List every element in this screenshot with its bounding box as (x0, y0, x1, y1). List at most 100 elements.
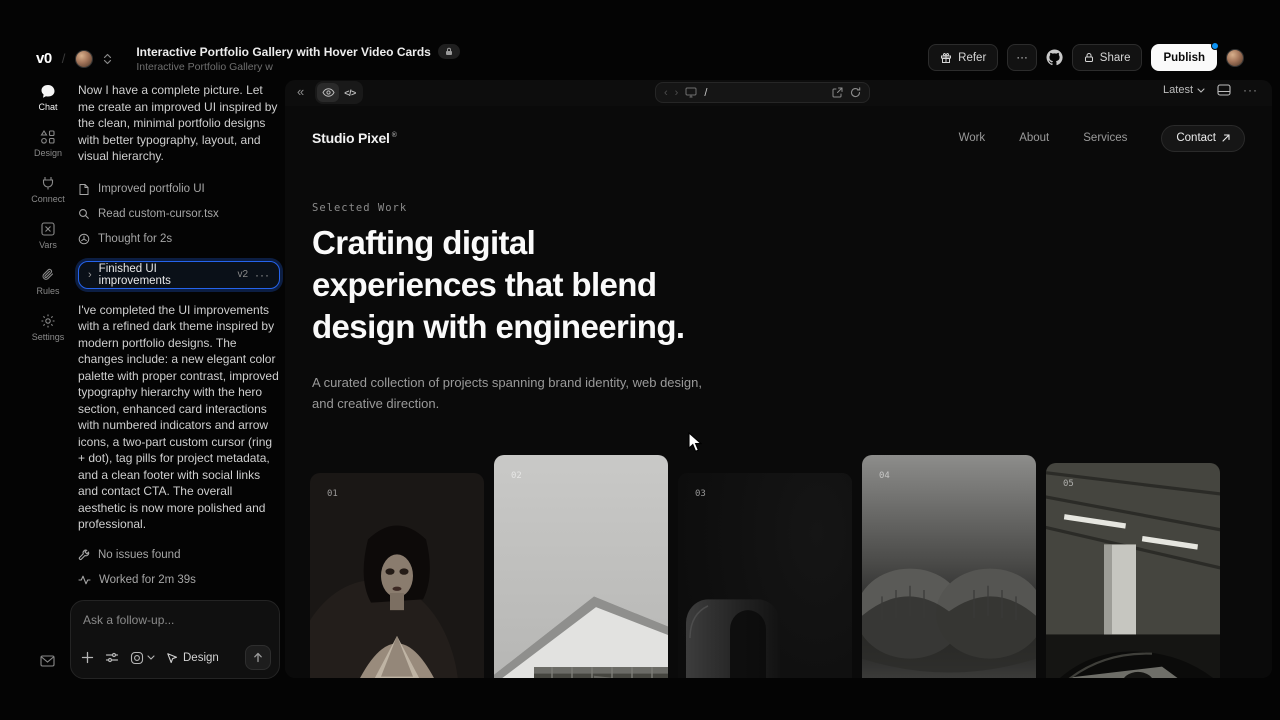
rail-item-rules[interactable]: Rules (36, 267, 59, 296)
contact-label: Contact (1176, 132, 1216, 144)
attach-plus-icon[interactable] (81, 651, 94, 664)
url-path[interactable]: / (704, 87, 707, 99)
assistant-message-summary: I've completed the UI improvements with … (78, 302, 280, 533)
card-number: 02 (511, 471, 522, 481)
layout-panel-icon[interactable] (1217, 84, 1231, 96)
lips-macro-photo (862, 455, 1036, 678)
follow-up-input[interactable] (83, 613, 267, 627)
private-lock-badge[interactable] (438, 44, 460, 59)
app-header: v0 / Interactive Portfolio Gallery with … (0, 0, 1280, 76)
site-nav-services[interactable]: Services (1083, 132, 1127, 144)
preview-eye-button[interactable] (317, 83, 339, 102)
v0-logo[interactable]: v0 (36, 50, 52, 67)
status-label: No issues found (98, 549, 180, 561)
paperclip-icon (40, 267, 56, 283)
site-eyebrow: Selected Work (312, 202, 407, 214)
publish-label: Publish (1163, 52, 1205, 64)
version-card-title: Finished UI improvements (99, 263, 231, 287)
rail-label-chat: Chat (38, 102, 57, 112)
nav-forward-icon[interactable]: › (675, 87, 679, 99)
share-button[interactable]: Share (1072, 44, 1143, 71)
rail-label-design: Design (34, 148, 62, 158)
pointer-icon (166, 652, 178, 664)
version-card-finished-ui[interactable]: › Finished UI improvements v2 ··· (78, 261, 280, 289)
task-label: Thought for 2s (98, 233, 172, 245)
rail-label-connect: Connect (31, 194, 65, 204)
feedback-mail-icon[interactable] (40, 655, 55, 667)
code-view-button[interactable]: </> (339, 83, 361, 102)
site-heading: Crafting digital experiences that blend … (312, 222, 684, 348)
chevron-right-icon: › (88, 269, 92, 281)
chat-composer: Design (70, 600, 280, 679)
design-shapes-icon (40, 129, 56, 145)
task-list: Improved portfolio UI Read custom-cursor… (78, 177, 280, 252)
card-number: 01 (327, 489, 338, 499)
status-label: Worked for 2m 39s (99, 574, 196, 586)
chevron-down-icon (1197, 88, 1205, 93)
publish-button[interactable]: Publish (1151, 44, 1217, 71)
gallery-card-5[interactable]: 05 (1046, 463, 1220, 678)
project-subtitle: Interactive Portfolio Gallery w (136, 61, 460, 73)
task-label: Read custom-cursor.tsx (98, 208, 219, 220)
version-dropdown-label: Latest (1163, 84, 1193, 96)
chevron-down-icon (147, 655, 155, 660)
preview-more-icon[interactable]: ··· (1243, 83, 1258, 97)
rail-label-vars: Vars (39, 240, 57, 250)
gallery-card-3[interactable]: 03 (678, 473, 852, 678)
workspace-switcher-icon[interactable] (103, 53, 112, 65)
user-avatar[interactable] (1226, 49, 1244, 67)
version-dropdown[interactable]: Latest (1163, 84, 1205, 96)
settings-sliders-icon[interactable] (105, 652, 119, 663)
device-monitor-icon[interactable] (685, 87, 697, 98)
rail-item-settings[interactable]: Settings (32, 313, 65, 342)
site-nav-about[interactable]: About (1019, 132, 1049, 144)
site-nav-work[interactable]: Work (959, 132, 986, 144)
preview-url-bar[interactable]: ‹ › / (655, 82, 870, 103)
version-chip: v2 (237, 269, 248, 280)
thinking-icon (78, 233, 90, 245)
task-label: Improved portfolio UI (98, 183, 205, 195)
gallery-card-2[interactable]: 02 (494, 455, 668, 678)
gallery-card-4[interactable]: 04 (862, 455, 1036, 678)
model-icon (130, 651, 144, 665)
model-selector[interactable] (130, 651, 155, 665)
brand-mark: ® (392, 132, 397, 139)
site-brand[interactable]: Studio Pixel® (312, 130, 397, 146)
rail-item-vars[interactable]: Vars (39, 221, 57, 250)
header-more-button[interactable]: ··· (1007, 44, 1037, 71)
share-label: Share (1100, 52, 1131, 64)
rail-item-chat[interactable]: Chat (38, 84, 57, 112)
rail-label-settings: Settings (32, 332, 65, 342)
open-external-icon[interactable] (832, 87, 843, 98)
nav-back-icon[interactable]: ‹ (664, 87, 668, 99)
workspace-avatar[interactable] (75, 50, 93, 68)
github-icon[interactable] (1046, 49, 1063, 66)
rail-item-design[interactable]: Design (34, 129, 62, 158)
status-no-issues: No issues found (78, 543, 280, 568)
task-improved-portfolio-ui[interactable]: Improved portfolio UI (78, 177, 280, 202)
send-button[interactable] (245, 645, 271, 670)
refer-button[interactable]: Refer (928, 44, 998, 71)
arrow-up-right-icon (1222, 134, 1230, 142)
card-number: 04 (879, 471, 890, 481)
project-title[interactable]: Interactive Portfolio Gallery with Hover… (136, 45, 431, 59)
rail-label-rules: Rules (36, 286, 59, 296)
collapse-panel-icon[interactable]: « (297, 84, 304, 99)
chat-icon (40, 84, 56, 99)
task-read-custom-cursor[interactable]: Read custom-cursor.tsx (78, 202, 280, 227)
design-mode-label: Design (183, 652, 219, 664)
task-thought[interactable]: Thought for 2s (78, 227, 280, 252)
left-rail: Chat Design Connect Vars Rules Settings (28, 84, 68, 342)
gallery-card-1[interactable]: 01 (310, 473, 484, 678)
activity-pulse-icon (78, 575, 91, 585)
project-gallery: 01 (310, 455, 1220, 678)
publish-notification-dot (1211, 42, 1219, 50)
site-contact-button[interactable]: Contact (1161, 125, 1245, 152)
rail-item-connect[interactable]: Connect (31, 175, 65, 204)
refresh-icon[interactable] (850, 87, 861, 98)
site-nav: Studio Pixel® Work About Services Contac… (285, 106, 1272, 170)
architecture-photo (494, 455, 668, 678)
design-mode-chip[interactable]: Design (166, 652, 219, 664)
version-more-icon[interactable]: ··· (255, 268, 270, 282)
ellipsis-icon: ··· (1016, 52, 1028, 64)
